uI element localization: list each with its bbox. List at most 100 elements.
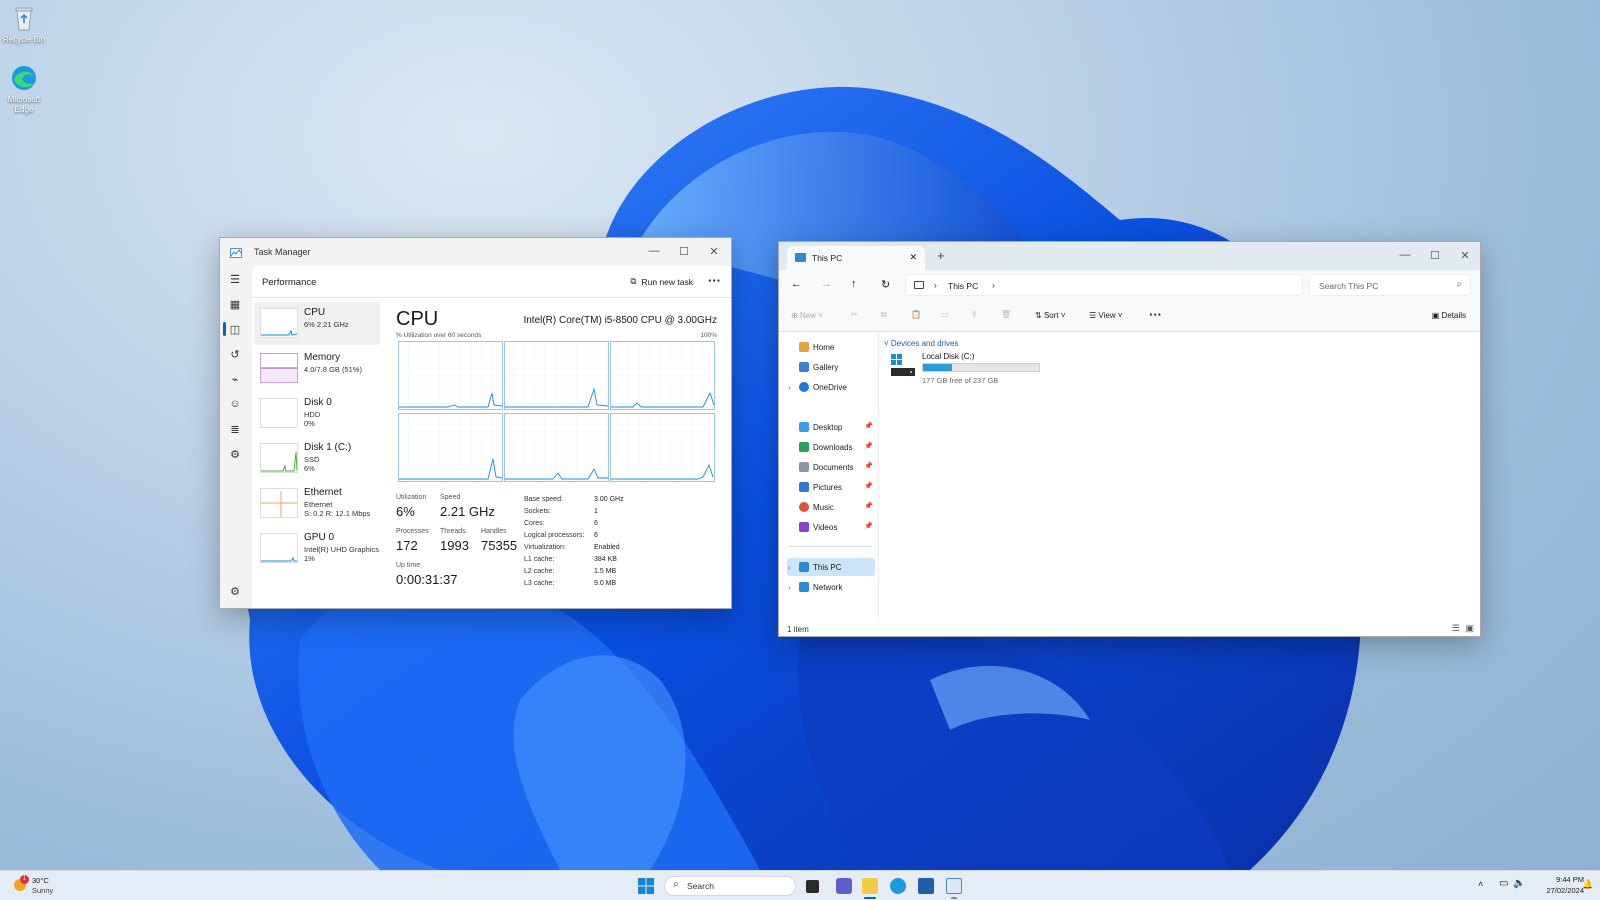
start-button[interactable] xyxy=(638,878,654,894)
drive-usage-fill xyxy=(923,364,953,371)
more-options-icon[interactable]: ··· xyxy=(708,273,721,288)
home-icon xyxy=(799,342,809,352)
notification-bell-icon[interactable]: 🔔 xyxy=(1582,879,1593,890)
sidebar-item-home[interactable]: Home xyxy=(787,338,875,356)
network-icon xyxy=(799,582,809,592)
sidebar-item-music[interactable]: Music 📌 xyxy=(787,498,875,516)
new-button[interactable]: ⊕ New ˅ xyxy=(791,311,823,320)
sidebar-item-documents[interactable]: Documents 📌 xyxy=(787,458,875,476)
sidebar-item-pictures[interactable]: Pictures 📌 xyxy=(787,478,875,496)
tab-close-icon[interactable]: ✕ xyxy=(909,252,917,263)
pin-icon[interactable]: 📌 xyxy=(864,462,873,470)
startup-apps-icon[interactable]: ⌁ xyxy=(228,372,242,386)
refresh-icon[interactable]: ↻ xyxy=(881,278,890,291)
tiles-view-icon[interactable]: ▣ xyxy=(1465,623,1474,634)
paste-icon[interactable]: 📋 xyxy=(911,310,921,319)
performance-icon[interactable]: ◫ xyxy=(228,322,242,336)
clock-date[interactable]: 27/02/2024 xyxy=(1532,886,1584,895)
chevron-right-icon[interactable]: › xyxy=(788,383,791,392)
resource-disk-1[interactable]: Disk 1 (C:) SSD 6% xyxy=(254,437,380,480)
delete-icon[interactable]: 🗑 xyxy=(1001,310,1011,319)
sidebar-label: Home xyxy=(813,342,835,352)
chevron-right-icon[interactable]: › xyxy=(788,583,791,592)
sort-button[interactable]: ⇅ Sort ˅ xyxy=(1035,311,1066,320)
task-manager-icon[interactable] xyxy=(946,878,962,894)
address-bar[interactable]: › This PC › xyxy=(905,274,1303,296)
services-icon[interactable]: ⚙ xyxy=(228,447,242,461)
chevron-up-icon[interactable]: ˄ xyxy=(1478,879,1483,889)
tab-this-pc[interactable]: This PC ✕ xyxy=(787,246,925,270)
maximize-button[interactable]: ☐ xyxy=(1420,242,1450,268)
sidebar-item-downloads[interactable]: Downloads 📌 xyxy=(787,438,875,456)
minimize-button[interactable]: — xyxy=(1390,242,1420,268)
sidebar-item-videos[interactable]: Videos 📌 xyxy=(787,518,875,536)
copy-icon[interactable]: ⧉ xyxy=(881,310,887,320)
network-icon[interactable]: ▭ xyxy=(1499,878,1508,889)
desktop-icon-edge[interactable]: Microsoft Edge xyxy=(0,64,48,115)
settings-icon[interactable]: ⚙ xyxy=(228,584,242,598)
hamburger-menu-icon[interactable]: ☰ xyxy=(228,272,242,286)
sidebar-label: Network xyxy=(813,582,843,592)
group-header[interactable]: ˅ Devices and drives xyxy=(884,339,959,348)
resource-cpu[interactable]: CPU 6% 2.21 GHz xyxy=(254,302,380,345)
title-bar[interactable]: Task Manager — ☐ ✕ xyxy=(220,238,731,266)
users-icon[interactable]: ☺ xyxy=(228,397,242,411)
search-box[interactable]: Search This PC ⌕ xyxy=(1309,274,1471,296)
volume-icon[interactable]: 🔈 xyxy=(1513,878,1525,889)
pin-icon[interactable]: 📌 xyxy=(864,522,873,530)
taskbar-search[interactable]: ⌕ Search xyxy=(664,876,796,896)
processes-icon[interactable]: ▦ xyxy=(228,297,242,311)
breadcrumb-this-pc[interactable]: This PC xyxy=(948,281,978,291)
close-button[interactable]: ✕ xyxy=(699,238,729,264)
weather-widget[interactable]: 1 30°C Sunny xyxy=(12,875,72,897)
close-button[interactable]: ✕ xyxy=(1450,242,1480,268)
share-icon[interactable]: ⇪ xyxy=(971,310,978,319)
pin-icon[interactable]: 📌 xyxy=(864,442,873,450)
drive-name: Local Disk (C:) xyxy=(922,352,975,361)
teams-icon[interactable] xyxy=(836,878,852,894)
task-manager-window: Task Manager — ☐ ✕ ☰ ▦ ◫ ↺ ⌁ ☺ ≣ ⚙ ⚙ Per… xyxy=(219,237,732,609)
clock-time[interactable]: 9:44 PM xyxy=(1544,875,1584,884)
run-task-icon: ⧉ xyxy=(630,276,637,286)
sidebar-item-onedrive[interactable]: › OneDrive xyxy=(787,378,875,396)
chevron-right-icon[interactable]: › xyxy=(788,563,791,572)
sidebar-item-desktop[interactable]: Desktop 📌 xyxy=(787,418,875,436)
resource-memory[interactable]: Memory 4.0/7.8 GB (51%) xyxy=(254,347,380,390)
minimize-button[interactable]: — xyxy=(639,238,669,264)
sidebar-item-network[interactable]: › Network xyxy=(787,578,875,596)
pin-icon[interactable]: 📌 xyxy=(864,422,873,430)
core-graph-2 xyxy=(504,341,609,410)
chevron-right-icon: › xyxy=(934,280,937,290)
more-options-icon[interactable]: ··· xyxy=(1149,307,1162,322)
resource-name: CPU xyxy=(304,307,326,318)
cut-icon[interactable]: ✂ xyxy=(851,310,858,319)
pin-icon[interactable]: 📌 xyxy=(864,482,873,490)
store-icon[interactable] xyxy=(918,878,934,894)
file-explorer-icon[interactable] xyxy=(862,878,878,894)
resource-disk-0[interactable]: Disk 0 HDD 0% xyxy=(254,392,380,435)
spec-value: 6 xyxy=(594,532,598,539)
details-view-icon[interactable]: ☰ xyxy=(1452,623,1460,634)
sidebar-item-gallery[interactable]: Gallery xyxy=(787,358,875,376)
rename-icon[interactable]: ▭ xyxy=(941,310,949,319)
navigation-pane: Home Gallery › OneDrive Desktop 📌 Download… xyxy=(779,332,879,622)
pin-icon[interactable]: 📌 xyxy=(864,502,873,510)
up-arrow-icon[interactable]: ↑ xyxy=(851,278,857,290)
run-new-task-button[interactable]: ⧉ Run new task xyxy=(630,276,693,287)
forward-arrow-icon[interactable]: → xyxy=(821,278,832,290)
back-arrow-icon[interactable]: ← xyxy=(791,278,802,290)
task-view-icon[interactable] xyxy=(806,880,819,893)
details-icon[interactable]: ≣ xyxy=(228,422,242,436)
edge-icon[interactable] xyxy=(890,878,906,894)
app-history-icon[interactable]: ↺ xyxy=(228,347,242,361)
details-button[interactable]: ▣ Details xyxy=(1432,311,1466,320)
view-button[interactable]: ☰ View ˅ xyxy=(1089,311,1123,320)
desktop-icon-label: Recycle Bin xyxy=(2,35,46,44)
maximize-button[interactable]: ☐ xyxy=(669,238,699,264)
gallery-icon xyxy=(799,362,809,372)
running-app-indicator xyxy=(951,897,957,899)
drive-item-c[interactable]: Local Disk (C:) 177 GB free of 237 GB xyxy=(890,352,1046,388)
desktop-icon-recycle-bin[interactable]: Recycle Bin xyxy=(0,4,48,45)
sidebar-item-this-pc[interactable]: › This PC xyxy=(787,558,875,576)
new-tab-button[interactable]: + xyxy=(937,248,945,263)
